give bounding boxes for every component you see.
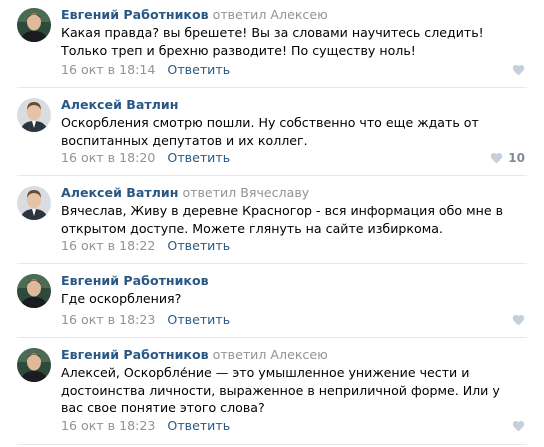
heart-icon [512,315,525,326]
reply-button[interactable]: Ответить [167,312,230,327]
comment-date[interactable]: 16 окт в 18:14 [61,62,155,77]
avatar-photo [17,98,51,132]
comment-text: Вячеслав, Живу в деревне Красногор - вся… [61,203,504,236]
author-link[interactable]: Евгений Работников [61,347,209,362]
author-link[interactable]: Евгений Работников [61,7,209,22]
comment-date[interactable]: 16 окт в 18:23 [61,312,155,327]
avatar-photo [17,348,51,382]
avatar[interactable] [17,8,51,42]
comment-text: Алексей, Оскорбле́ние — это умышленное у… [61,365,500,415]
reply-to-link[interactable]: ответил Алексею [213,7,328,22]
comment-header: Алексей Ватлин [61,96,178,113]
reply-button[interactable]: Ответить [167,418,230,433]
comment: Евгений Работников Где оскорбления? 16 о… [0,272,544,334]
comment-text: Оскорбления смотрю пошли. Ну собственно … [61,115,479,148]
comment-meta: 16 окт в 18:14 Ответить [61,62,230,78]
like-count: 10 [508,151,525,165]
comment-date[interactable]: 16 окт в 18:22 [61,238,155,253]
like-button[interactable]: 10 [490,150,525,166]
comment-header: Евгений Работников ответил Алексею [61,346,328,363]
comment: Алексей Ватлин Оскорбления смотрю пошли.… [0,96,544,171]
author-link[interactable]: Алексей Ватлин [61,185,178,200]
comment: Евгений Работников ответил Алексею Алекс… [0,346,544,447]
avatar[interactable] [17,98,51,132]
comment-meta: 16 окт в 18:22 Ответить [61,238,230,254]
divider [17,444,527,445]
avatar[interactable] [17,186,51,220]
comment-header: Евгений Работников ответил Алексею [61,6,328,23]
reply-button[interactable]: Ответить [167,62,230,77]
avatar[interactable] [17,348,51,382]
author-link[interactable]: Евгений Работников [61,273,209,288]
like-button[interactable] [512,312,525,328]
heart-icon [491,153,503,164]
comment-meta: 16 окт в 18:23 Ответить [61,418,230,434]
author-link[interactable]: Алексей Ватлин [61,97,178,112]
like-button[interactable] [512,418,525,434]
avatar[interactable] [17,274,51,308]
avatar-photo [17,274,51,308]
reply-button[interactable]: Ответить [167,150,230,165]
comment-header: Алексей Ватлин ответил Вячеславу [61,184,309,201]
divider [17,337,527,338]
reply-to-link[interactable]: ответил Алексею [213,347,328,362]
divider [17,87,527,88]
comment: Алексей Ватлин ответил Вячеславу Вячесла… [0,184,544,259]
reply-to-link[interactable]: ответил Вячеславу [182,185,309,200]
comment-meta: 16 окт в 18:20 Ответить [61,150,230,166]
comment-text: Где оскорбления? [61,291,182,306]
comment-meta: 16 окт в 18:23 Ответить [61,312,230,328]
comment-date[interactable]: 16 окт в 18:23 [61,418,155,433]
comment: Евгений Работников ответил Алексею Какая… [0,6,544,86]
reply-button[interactable]: Ответить [167,238,230,253]
divider [17,175,527,176]
divider [17,263,527,264]
avatar-photo [17,186,51,220]
like-button[interactable] [512,62,525,78]
comment-date[interactable]: 16 окт в 18:20 [61,150,155,165]
avatar-photo [17,8,51,42]
heart-icon [512,421,525,432]
comment-text: Какая правда? вы брешете! Вы за словами … [61,25,484,58]
heart-icon [512,65,525,76]
comment-header: Евгений Работников [61,272,209,289]
